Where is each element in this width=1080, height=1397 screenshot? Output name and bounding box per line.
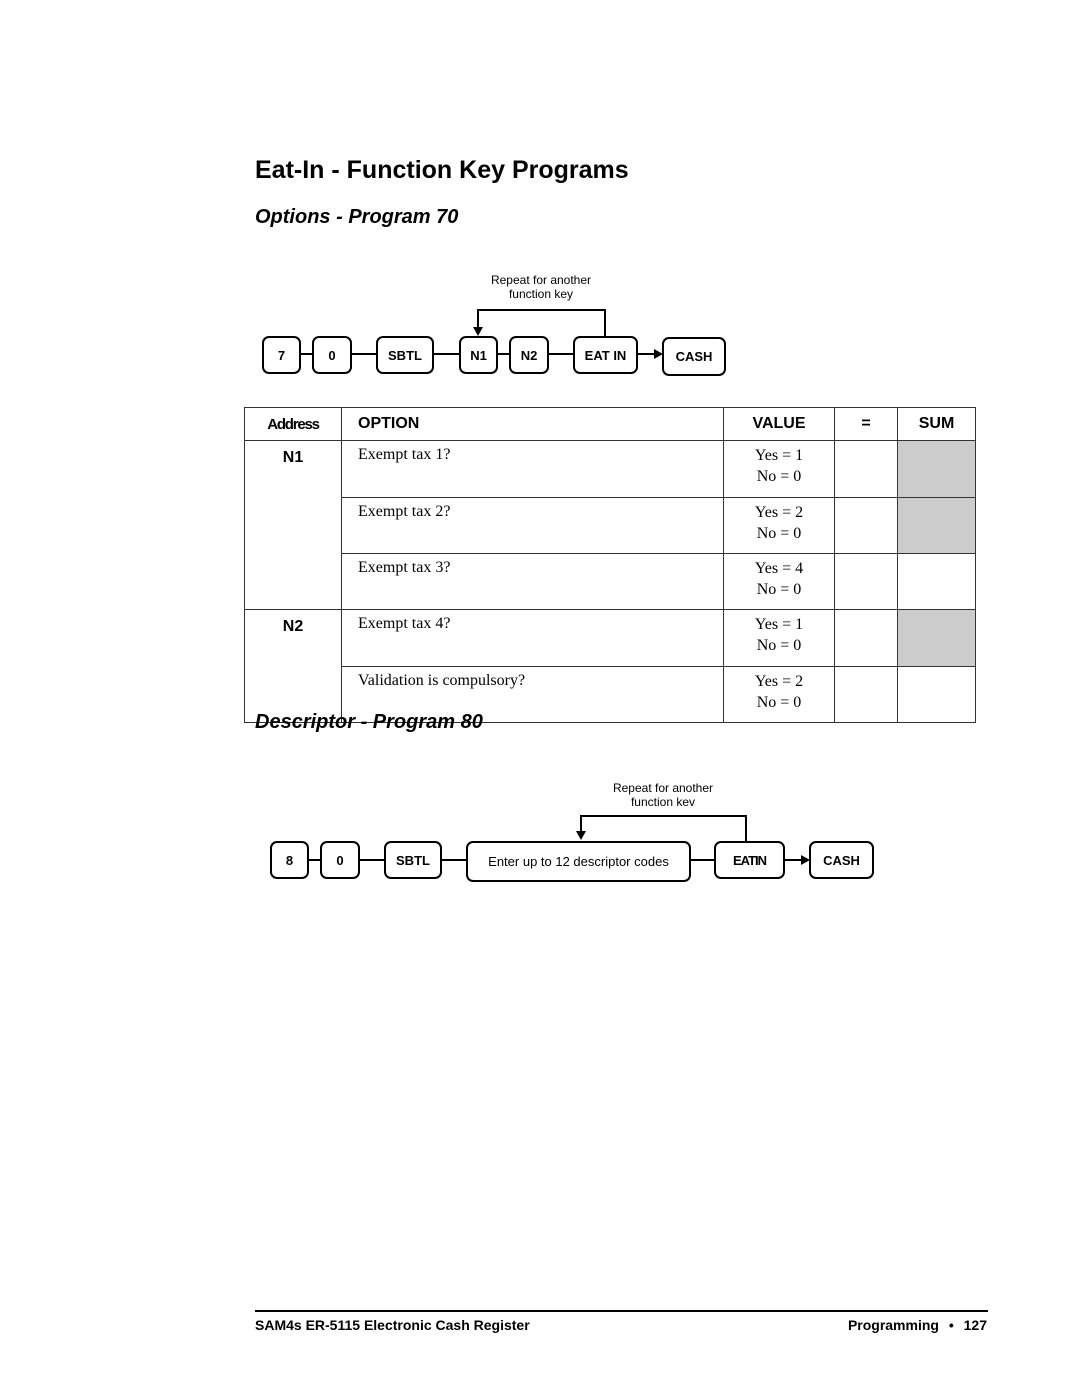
key-sbtl: SBTL — [384, 841, 442, 879]
options-program-heading: Options - Program 70 — [255, 206, 459, 228]
loop-line-down — [477, 309, 479, 328]
key-eat-in: EAT IN — [573, 336, 638, 374]
value-no: No = 0 — [756, 580, 802, 598]
value-no: No = 0 — [756, 637, 802, 654]
sum-cell — [897, 440, 976, 498]
connector — [433, 353, 460, 355]
descriptor-program-heading: Descriptor - Program 80 — [255, 711, 483, 733]
repeat-note-line2: function key — [508, 287, 574, 301]
key-8: 8 — [270, 841, 309, 879]
connector — [358, 859, 385, 861]
key-sbtl: SBTL — [376, 336, 434, 374]
value-no: No = 0 — [756, 693, 802, 711]
key-cash: CASH — [809, 841, 874, 879]
equals-entry-cell — [834, 609, 898, 667]
value-cell: Yes = 4 No = 0 — [723, 552, 835, 610]
footer-page-info: Programming • 127 — [848, 1317, 987, 1333]
bullet-icon: • — [948, 1317, 954, 1333]
table-row: Exempt tax 2? Yes = 2 No = 0 — [244, 496, 976, 554]
loop-line-up — [745, 815, 747, 842]
connector — [547, 353, 574, 355]
value-cell: Yes = 1 No = 0 — [723, 440, 835, 498]
repeat-note-line1: Repeat for another — [490, 273, 592, 287]
arrow-down-icon — [576, 831, 586, 840]
key-0: 0 — [320, 841, 360, 879]
table-row: N1 Exempt tax 1? Yes = 1 No = 0 — [244, 440, 976, 498]
sum-cell — [897, 609, 976, 667]
header-value: VALUE — [723, 407, 835, 441]
header-address: Address — [244, 407, 342, 441]
equals-entry-cell — [834, 552, 898, 610]
key-0: 0 — [312, 336, 352, 374]
equals-entry-cell — [834, 440, 898, 498]
equals-entry-cell — [834, 665, 898, 723]
repeat-note-line2: function kev — [630, 795, 696, 809]
connector — [783, 859, 803, 861]
header-option: OPTION — [341, 407, 724, 441]
equals-entry-cell — [834, 496, 898, 554]
header-equals: = — [834, 407, 898, 441]
address-cell — [244, 553, 342, 610]
connector — [440, 859, 468, 861]
key-7: 7 — [262, 336, 301, 374]
connector — [636, 353, 656, 355]
loop-line-top — [580, 815, 747, 817]
value-yes: Yes = 2 — [754, 503, 804, 521]
loop-line-top — [477, 309, 606, 311]
table-row: Exempt tax 3? Yes = 4 No = 0 — [244, 552, 976, 610]
value-cell: Yes = 1 No = 0 — [723, 609, 835, 667]
value-cell: Yes = 2 No = 0 — [723, 665, 835, 723]
descriptor-codes-entry: Enter up to 12 descriptor codes — [466, 841, 691, 882]
footer-section: Programming — [847, 1317, 939, 1333]
address-cell: N2 — [244, 609, 342, 666]
loop-line-up — [604, 309, 606, 336]
arrow-down-icon — [473, 327, 483, 336]
value-yes: Yes = 2 — [754, 672, 804, 690]
header-sum: SUM — [897, 407, 976, 441]
loop-line-down — [580, 815, 582, 832]
value-no: No = 0 — [756, 468, 802, 485]
repeat-note-line1: Repeat for another — [612, 781, 714, 795]
key-n1: N1 — [459, 336, 498, 374]
page-number: 127 — [963, 1317, 987, 1333]
key-n2: N2 — [509, 336, 549, 374]
table-header-row: Address OPTION VALUE = SUM — [244, 407, 976, 441]
page-title: Eat-In - Function Key Programs — [255, 156, 629, 184]
sum-cell — [897, 552, 976, 610]
key-cash: CASH — [662, 337, 726, 376]
address-cell: N1 — [244, 440, 342, 497]
value-cell: Yes = 2 No = 0 — [723, 496, 835, 554]
value-no: No = 0 — [756, 524, 802, 542]
value-yes: Yes = 4 — [754, 559, 804, 577]
value-yes: Yes = 1 — [754, 616, 804, 633]
option-cell: Exempt tax 2? — [341, 496, 724, 554]
option-cell: Exempt tax 3? — [341, 552, 724, 610]
option-cell: Exempt tax 4? — [341, 609, 724, 667]
table-row: N2 Exempt tax 4? Yes = 1 No = 0 — [244, 609, 976, 667]
key-eat-in: EATIN — [714, 841, 785, 879]
footer-rule — [255, 1310, 988, 1312]
connector — [350, 353, 377, 355]
address-cell — [244, 497, 342, 553]
repeat-note: Repeat for another function key — [470, 273, 612, 301]
sum-cell — [897, 665, 976, 723]
repeat-note: Repeat for another function kev — [592, 781, 734, 809]
connector — [689, 859, 716, 861]
footer-product-name: SAM4s ER-5115 Electronic Cash Register — [255, 1317, 530, 1333]
option-cell: Exempt tax 1? — [341, 440, 724, 498]
value-yes: Yes = 1 — [754, 447, 804, 464]
options-table: Address OPTION VALUE = SUM N1 Exempt tax … — [244, 407, 976, 723]
sum-cell — [897, 496, 976, 554]
